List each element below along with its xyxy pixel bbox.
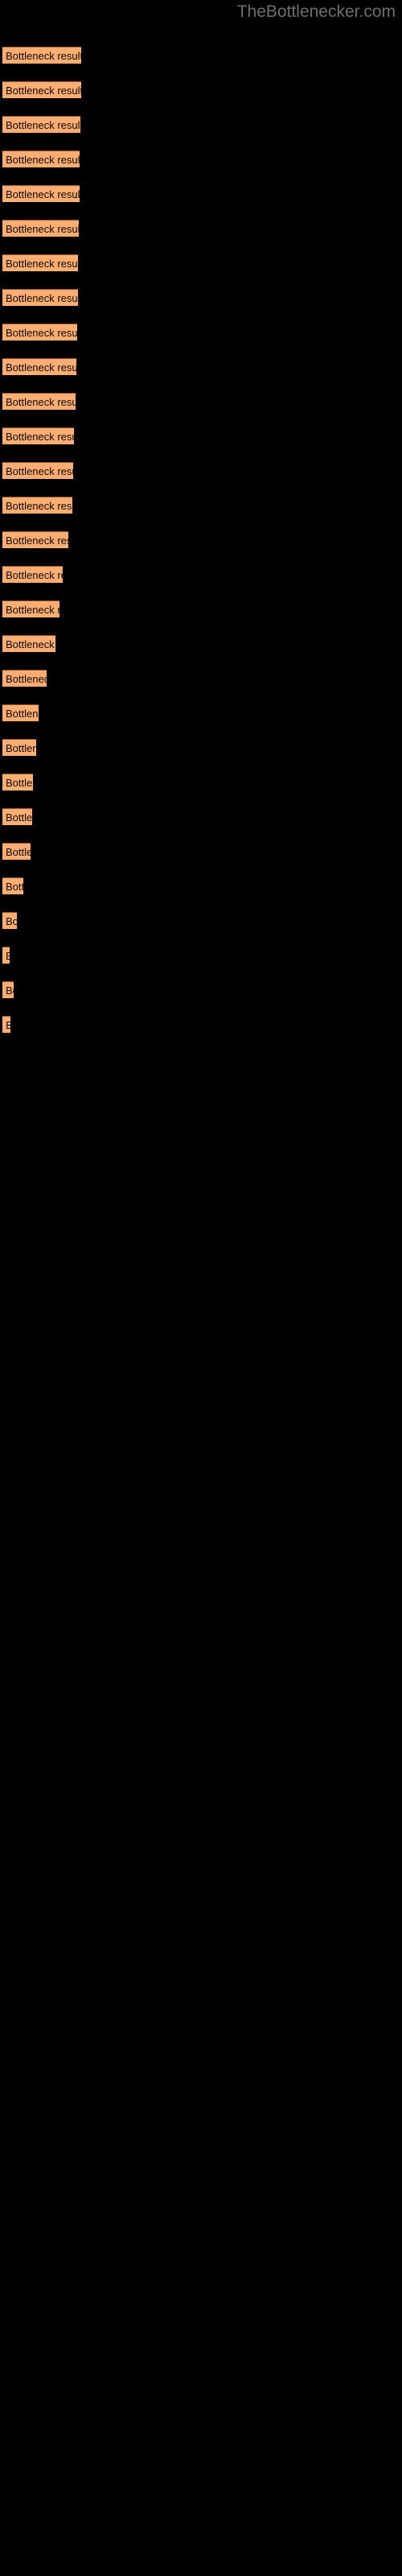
bar-row: Bottleneck result (2, 601, 59, 617)
bar-rect: Bottleneck result (2, 912, 17, 929)
bar-row: Bottleneck result (2, 566, 63, 583)
bar-rect: Bottleneck result (2, 947, 10, 964)
bar-rect: Bottleneck result (2, 289, 78, 306)
bar-label: Bottleneck result (6, 947, 10, 964)
bar-rect: Bottleneck result (2, 497, 72, 514)
bar-rect: Bottleneck result (2, 324, 77, 341)
bar-rect: Bottleneck result (2, 808, 32, 825)
bar-row: Bottleneck result (2, 462, 73, 479)
bar-rect: Bottleneck result (2, 774, 33, 791)
bar-rect: Bottleneck result (2, 81, 81, 98)
bar-rect: Bottleneck result (2, 47, 81, 64)
bar-row: Bottleneck result (2, 877, 23, 894)
bar-row: Bottleneck result (2, 358, 76, 375)
bar-row: Bottleneck result (2, 47, 81, 64)
bar-row: Bottleneck result (2, 116, 80, 133)
bar-rect: Bottleneck result (2, 635, 55, 652)
bar-row: Bottleneck result (2, 670, 47, 687)
bar-label: Bottleneck result (6, 638, 55, 650)
bar-rect: Bottleneck result (2, 704, 39, 721)
bar-label: Bottleneck result (6, 396, 76, 408)
bar-row: Bottleneck result (2, 739, 36, 756)
bar-row: Bottleneck result (2, 289, 78, 306)
bar-label: Bottleneck result (6, 50, 81, 62)
bar-row: Bottleneck result (2, 1016, 10, 1033)
bar-row: Bottleneck result (2, 324, 77, 341)
bar-rect: Bottleneck result (2, 358, 76, 375)
bar-label: Bottleneck result (6, 223, 79, 235)
bar-label: Bottleneck result (6, 85, 81, 97)
bar-label: Bottleneck result (6, 119, 80, 131)
bar-label: Bottleneck result (6, 915, 17, 927)
bar-row: Bottleneck result (2, 185, 80, 202)
bar-rect: Bottleneck result (2, 601, 59, 617)
bar-label: Bottleneck result (6, 188, 80, 200)
bar-label: Bottleneck result (6, 742, 36, 754)
bar-label: Bottleneck result (6, 985, 14, 997)
bar-label: Bottleneck result (6, 292, 78, 304)
bar-label: Bottleneck result (6, 604, 59, 616)
bar-rect: Bottleneck result (2, 116, 80, 133)
bars-layer: Bottleneck result Bottleneck result Bottle… (0, 0, 402, 2576)
bar-rect: Bottleneck result (2, 877, 23, 894)
bar-row: Bottleneck result (2, 912, 17, 929)
bar-label: Bottleneck result (6, 154, 80, 166)
bar-rect: Bottleneck result (2, 531, 68, 548)
bar-row: Bottleneck result (2, 427, 74, 444)
bar-label: Bottleneck result (6, 361, 76, 374)
bar-label: Bottleneck result (6, 535, 68, 547)
bar-rect: Bottleneck result (2, 1016, 10, 1033)
bar-row: Bottleneck result (2, 774, 33, 791)
bar-row: Bottleneck result (2, 704, 39, 721)
bar-label: Bottleneck result (6, 327, 77, 339)
bar-label: Bottleneck result (6, 846, 31, 858)
bar-label: Bottleneck result (6, 500, 72, 512)
bar-label: Bottleneck result (6, 569, 63, 581)
bar-row: Bottleneck result (2, 81, 81, 98)
bar-row: Bottleneck result (2, 808, 32, 825)
bar-rect: Bottleneck result (2, 739, 36, 756)
bar-row: Bottleneck result (2, 393, 76, 410)
bar-rect: Bottleneck result (2, 566, 63, 583)
bar-rect: Bottleneck result (2, 254, 78, 271)
bar-label: Bottleneck result (6, 258, 78, 270)
bar-row: Bottleneck result (2, 981, 14, 998)
bar-label: Bottleneck result (6, 708, 39, 720)
bar-row: Bottleneck result (2, 635, 55, 652)
bar-rect: Bottleneck result (2, 670, 47, 687)
bar-label: Bottleneck result (6, 777, 33, 789)
bar-chart-canvas: TheBottlenecker.com Bottleneck result Bot… (0, 0, 402, 2576)
bar-rect: Bottleneck result (2, 220, 79, 237)
bar-row: Bottleneck result (2, 151, 80, 167)
bar-rect: Bottleneck result (2, 185, 80, 202)
bar-label: Bottleneck result (6, 881, 23, 893)
bar-rect: Bottleneck result (2, 843, 31, 860)
bar-row: Bottleneck result (2, 220, 79, 237)
bar-row: Bottleneck result (2, 843, 31, 860)
bar-row: Bottleneck result (2, 531, 68, 548)
bar-rect: Bottleneck result (2, 462, 73, 479)
bar-row: Bottleneck result (2, 497, 72, 514)
bar-rect: Bottleneck result (2, 427, 74, 444)
bar-row: Bottleneck result (2, 254, 78, 271)
bar-rect: Bottleneck result (2, 981, 14, 998)
bar-label: Bottleneck result (6, 465, 73, 477)
bar-label: Bottleneck result (6, 1017, 10, 1033)
bar-label: Bottleneck result (6, 673, 47, 685)
bar-label: Bottleneck result (6, 811, 32, 824)
bar-row: Bottleneck result (2, 947, 10, 964)
bar-rect: Bottleneck result (2, 393, 76, 410)
bar-label: Bottleneck result (6, 431, 74, 443)
bar-rect: Bottleneck result (2, 151, 80, 167)
